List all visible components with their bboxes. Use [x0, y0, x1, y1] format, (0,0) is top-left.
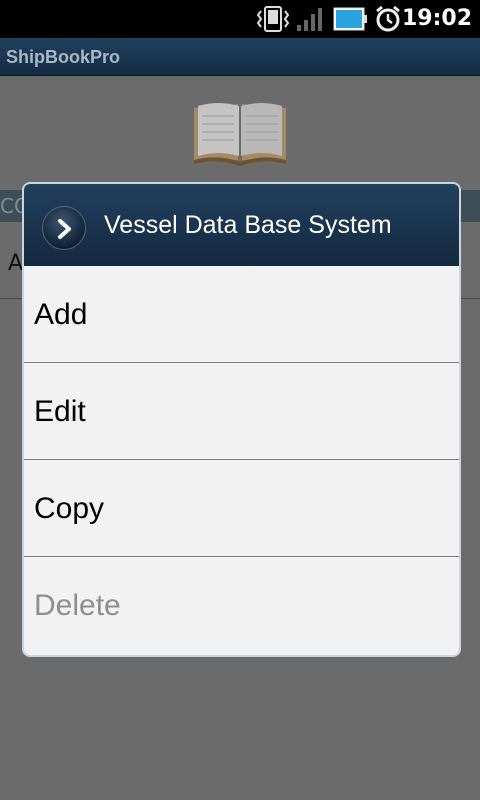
signal-icon: [296, 5, 326, 33]
menu-item-label: Edit: [34, 395, 86, 428]
background-row-label: A: [8, 251, 24, 276]
menu-item-delete: Delete: [24, 557, 459, 654]
status-time: 19:02: [401, 6, 472, 31]
alarm-icon: [374, 5, 402, 33]
menu-item-edit[interactable]: Edit: [24, 363, 459, 460]
dialog-header: Vessel Data Base System: [24, 184, 459, 266]
menu-list: Add Edit Copy Delete: [24, 266, 459, 654]
menu-item-label: Add: [34, 298, 88, 331]
menu-item-label: Delete: [34, 589, 121, 622]
context-menu-dialog: Vessel Data Base System Add Edit Copy De…: [22, 182, 461, 657]
menu-item-add[interactable]: Add: [24, 266, 459, 363]
menu-item-copy[interactable]: Copy: [24, 460, 459, 557]
vibrate-icon: [255, 5, 291, 33]
chevron-right-icon: [42, 206, 86, 250]
app-title-bar: ShipBookPro: [0, 38, 480, 76]
dialog-title: Vessel Data Base System: [104, 211, 392, 239]
menu-item-label: Copy: [34, 492, 105, 525]
status-bar: 19:02: [0, 0, 480, 38]
battery-icon: [333, 5, 369, 33]
book-icon: [190, 98, 290, 166]
app-title: ShipBookPro: [6, 47, 121, 67]
